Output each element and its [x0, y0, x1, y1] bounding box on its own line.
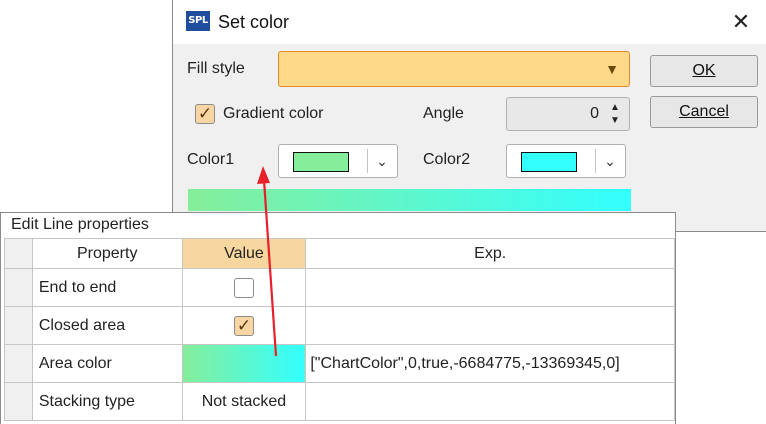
- color2-picker[interactable]: ⌄: [506, 144, 626, 178]
- column-header-value[interactable]: Value: [181, 238, 307, 269]
- edit-line-properties-panel: Edit Line properties Property Value Exp.…: [0, 212, 676, 424]
- chevron-down-icon[interactable]: ▼: [607, 115, 623, 127]
- divider: [367, 149, 368, 173]
- color2-label: Color2: [423, 151, 471, 168]
- row-header: [4, 382, 33, 421]
- gradient-color-checkbox[interactable]: ✓: [195, 104, 215, 124]
- closed-area-checkbox[interactable]: ✓: [233, 315, 254, 336]
- angle-spinner[interactable]: 0 ▲ ▼: [506, 97, 630, 131]
- value-cell[interactable]: Not stacked: [181, 382, 307, 421]
- table-row[interactable]: Closed area ✓: [4, 306, 675, 345]
- row-header: [4, 268, 33, 307]
- property-cell: Closed area: [31, 306, 183, 345]
- row-header: [4, 306, 33, 345]
- column-header-exp[interactable]: Exp.: [305, 238, 675, 269]
- property-cell: End to end: [31, 268, 183, 307]
- value-cell[interactable]: [181, 268, 307, 307]
- color1-label: Color1: [187, 151, 235, 168]
- color2-swatch: [521, 152, 577, 172]
- exp-cell[interactable]: ["ChartColor",0,true,-6684775,-13369345,…: [305, 344, 675, 383]
- table-row[interactable]: Area color ["ChartColor",0,true,-6684775…: [4, 344, 675, 383]
- color1-picker[interactable]: ⌄: [278, 144, 398, 178]
- chevron-up-icon[interactable]: ▲: [607, 102, 623, 114]
- chevron-down-icon[interactable]: ▼: [603, 61, 621, 77]
- exp-cell[interactable]: [305, 268, 675, 307]
- table-row[interactable]: End to end: [4, 268, 675, 307]
- table-row[interactable]: Stacking type Not stacked: [4, 382, 675, 421]
- exp-cell[interactable]: [305, 306, 675, 345]
- cancel-button-label: Cancel: [679, 103, 729, 120]
- close-icon[interactable]: ✕: [725, 6, 757, 38]
- chevron-down-icon[interactable]: ⌄: [601, 153, 619, 169]
- dialog-title: Set color: [218, 12, 290, 32]
- gradient-preview: [188, 189, 631, 211]
- divider: [595, 149, 596, 173]
- value-cell[interactable]: ✓: [181, 306, 307, 345]
- angle-label: Angle: [423, 105, 464, 122]
- cancel-button[interactable]: Cancel: [650, 96, 758, 128]
- table-header-row: Property Value Exp.: [4, 238, 675, 269]
- property-cell: Stacking type: [31, 382, 183, 421]
- chevron-down-icon[interactable]: ⌄: [373, 153, 391, 169]
- color1-swatch: [293, 152, 349, 172]
- column-header-property[interactable]: Property: [31, 238, 183, 269]
- spl-app-icon: SPL: [186, 11, 210, 31]
- fill-style-label: Fill style: [187, 60, 245, 77]
- fill-style-dropdown[interactable]: ▼: [278, 51, 630, 87]
- dialog-titlebar: SPL Set color ✕: [173, 0, 766, 44]
- set-color-dialog: SPL Set color ✕ Fill style ▼ OK Cancel ✓…: [172, 0, 766, 232]
- panel-title: Edit Line properties: [11, 216, 149, 233]
- area-color-gradient-cell[interactable]: [181, 344, 307, 383]
- gradient-color-label: Gradient color: [223, 105, 324, 122]
- row-header: [4, 344, 33, 383]
- exp-cell[interactable]: [305, 382, 675, 421]
- ok-button[interactable]: OK: [650, 55, 758, 87]
- property-cell: Area color: [31, 344, 183, 383]
- ok-button-label: OK: [692, 62, 716, 79]
- end-to-end-checkbox[interactable]: [233, 277, 254, 298]
- properties-table: Property Value Exp. End to end Closed ar…: [4, 238, 675, 421]
- row-header-corner: [4, 238, 33, 269]
- angle-value: 0: [590, 105, 599, 122]
